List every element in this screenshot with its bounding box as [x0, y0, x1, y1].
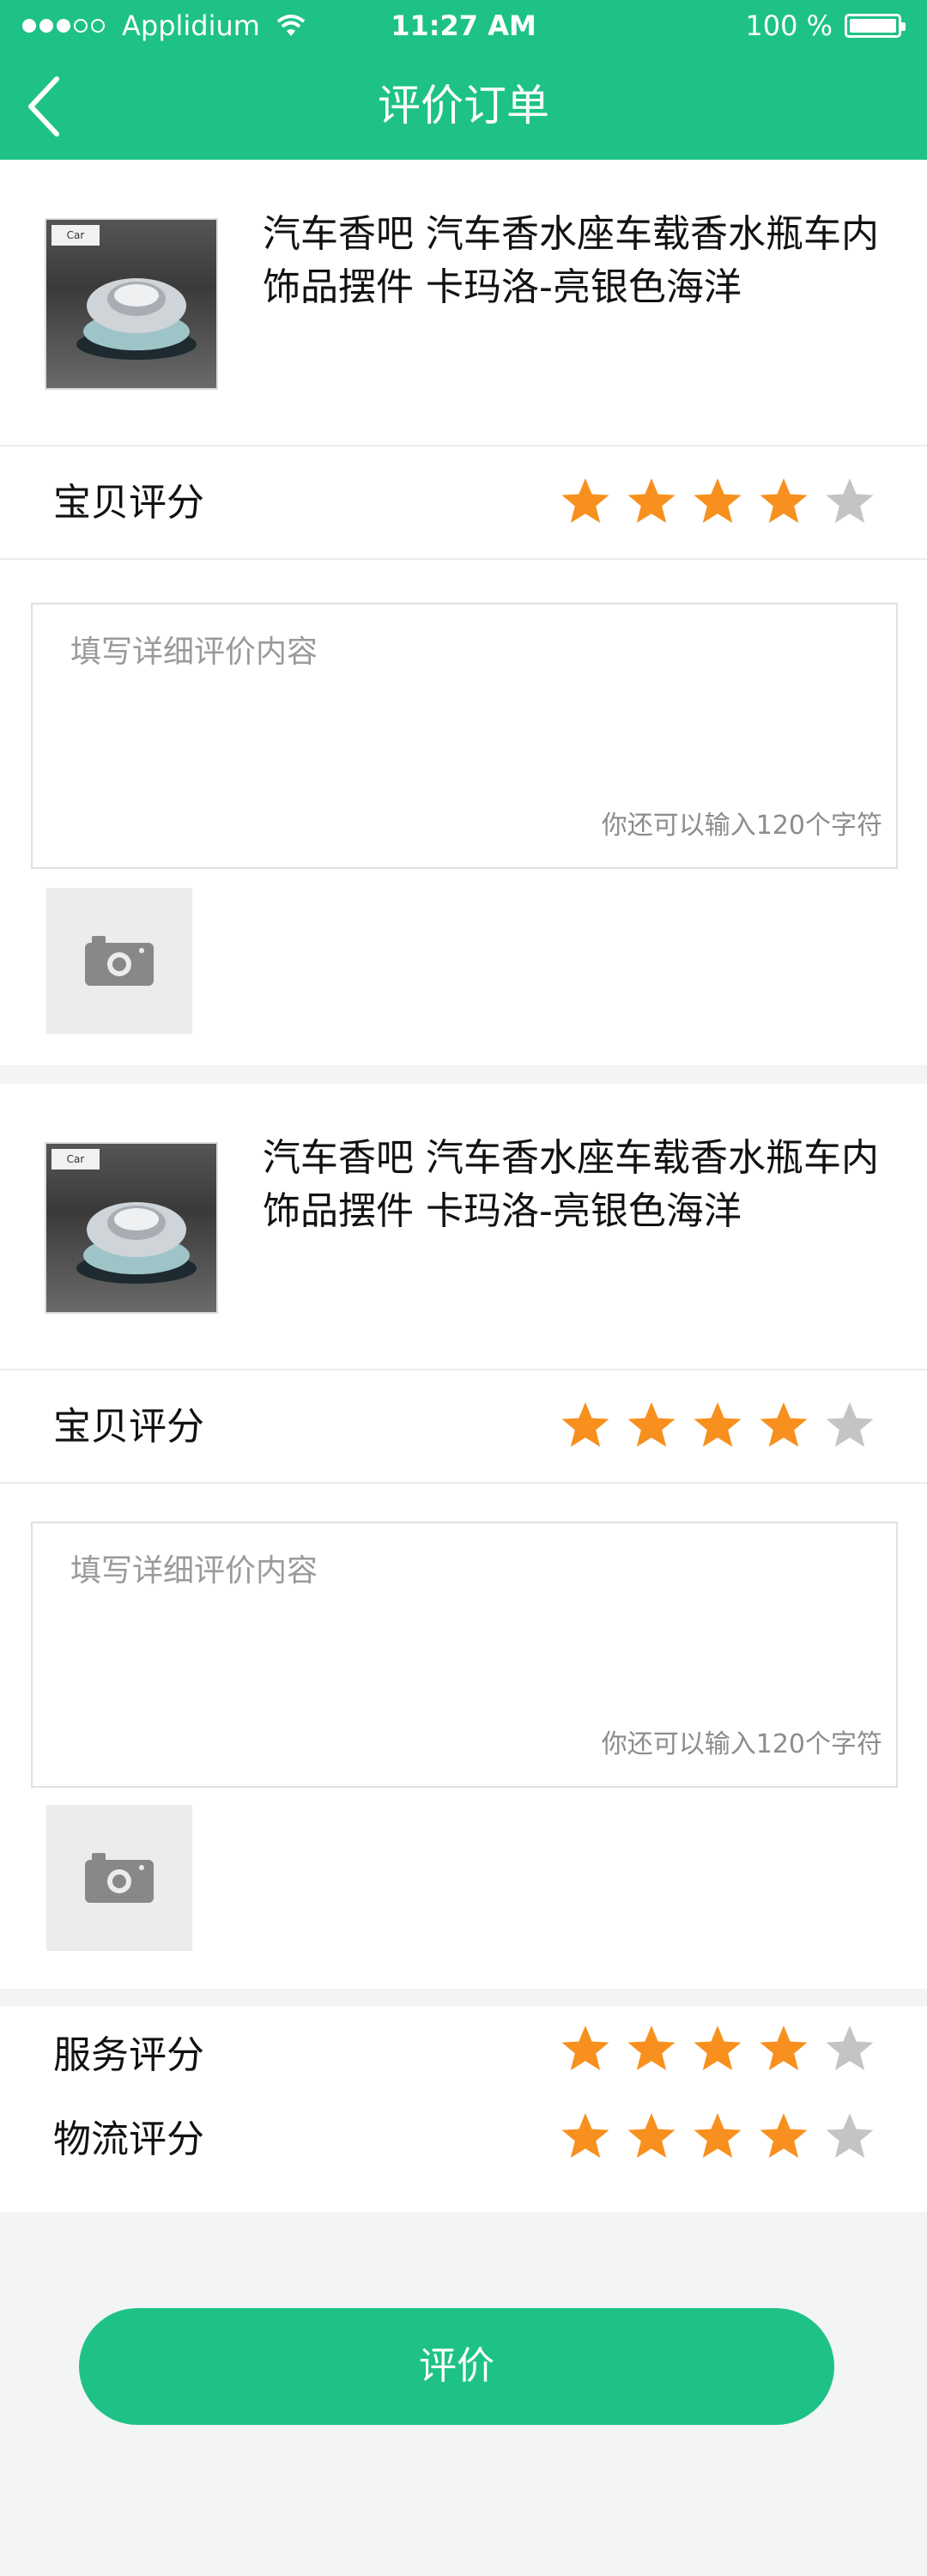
- submit-review-button[interactable]: 评价: [79, 2308, 834, 2425]
- star-filled-icon[interactable]: [560, 1400, 611, 1451]
- product-rating-stars: [545, 1400, 876, 1451]
- status-bar: Applidium 11:27 AM 100 %: [0, 0, 927, 52]
- overall-rating-section: 服务评分 物流评分: [0, 2006, 927, 2212]
- service-rating-row: 服务评分: [0, 2006, 927, 2100]
- product-thumbnail: Car: [45, 1142, 218, 1314]
- star-filled-icon[interactable]: [626, 1400, 677, 1451]
- air-freshener-image: [76, 1202, 197, 1284]
- review-placeholder: 填写详细评价内容: [70, 635, 318, 670]
- star-filled-icon[interactable]: [560, 2023, 611, 2075]
- star-filled-icon[interactable]: [758, 1400, 809, 1451]
- char-counter: 你还可以输入120个字符: [601, 811, 882, 841]
- star-filled-icon[interactable]: [626, 2111, 677, 2162]
- product-rating-row: 宝贝评分: [0, 447, 927, 558]
- add-photo-button[interactable]: [46, 888, 192, 1034]
- product-thumbnail: Car: [45, 218, 218, 390]
- star-filled-icon[interactable]: [692, 1400, 743, 1451]
- camera-icon: [85, 1853, 154, 1903]
- product-review-card: Car 汽车香吧 汽车香水座车载香水瓶车内饰品摆件 卡玛洛-亮银色海洋 宝贝评分…: [0, 160, 927, 1065]
- star-empty-icon[interactable]: [824, 2023, 876, 2075]
- battery-percentage: 100 %: [745, 9, 833, 42]
- star-empty-icon[interactable]: [824, 476, 876, 527]
- star-filled-icon[interactable]: [758, 2111, 809, 2162]
- star-filled-icon[interactable]: [758, 2023, 809, 2075]
- star-filled-icon[interactable]: [560, 476, 611, 527]
- star-filled-icon[interactable]: [758, 476, 809, 527]
- product-rating-label: 宝贝评分: [53, 1405, 204, 1449]
- divider: [0, 1482, 927, 1484]
- service-rating-stars: [545, 2023, 876, 2075]
- add-photo-button[interactable]: [46, 1805, 192, 1951]
- brand-logo: Car: [52, 1149, 100, 1170]
- logistics-rating-stars: [545, 2111, 876, 2162]
- star-filled-icon[interactable]: [692, 476, 743, 527]
- star-empty-icon[interactable]: [824, 1400, 876, 1451]
- star-filled-icon[interactable]: [692, 2111, 743, 2162]
- product-info: Car 汽车香吧 汽车香水座车载香水瓶车内饰品摆件 卡玛洛-亮银色海洋: [0, 160, 927, 445]
- review-text-input[interactable]: 填写详细评价内容 你还可以输入120个字符: [31, 603, 898, 869]
- product-rating-label: 宝贝评分: [53, 481, 204, 525]
- product-rating-row: 宝贝评分: [0, 1370, 927, 1482]
- nav-bar: 评价订单: [0, 52, 927, 160]
- air-freshener-image: [76, 278, 197, 360]
- star-filled-icon[interactable]: [626, 476, 677, 527]
- status-right: 100 %: [745, 9, 906, 43]
- product-info: Car 汽车香吧 汽车香水座车载香水瓶车内饰品摆件 卡玛洛-亮银色海洋: [0, 1084, 927, 1369]
- product-title: 汽车香吧 汽车香水座车载香水瓶车内饰品摆件 卡玛洛-亮银色海洋: [263, 212, 879, 309]
- logistics-rating-row: 物流评分: [0, 2100, 927, 2195]
- star-empty-icon[interactable]: [824, 2111, 876, 2162]
- star-filled-icon[interactable]: [692, 2023, 743, 2075]
- product-rating-stars: [545, 476, 876, 527]
- char-counter: 你还可以输入120个字符: [601, 1729, 882, 1759]
- service-rating-label: 服务评分: [53, 2033, 204, 2077]
- review-text-input[interactable]: 填写详细评价内容 你还可以输入120个字符: [31, 1522, 898, 1788]
- camera-icon: [85, 936, 154, 986]
- product-review-card: Car 汽车香吧 汽车香水座车载香水瓶车内饰品摆件 卡玛洛-亮银色海洋 宝贝评分…: [0, 1084, 927, 1989]
- brand-logo: Car: [52, 225, 100, 246]
- star-filled-icon[interactable]: [626, 2023, 677, 2075]
- review-placeholder: 填写详细评价内容: [70, 1553, 318, 1589]
- divider: [0, 558, 927, 560]
- page-title: 评价订单: [378, 81, 549, 131]
- battery-icon: [845, 14, 906, 38]
- logistics-rating-label: 物流评分: [53, 2117, 204, 2161]
- product-title: 汽车香吧 汽车香水座车载香水瓶车内饰品摆件 卡玛洛-亮银色海洋: [263, 1136, 879, 1233]
- star-filled-icon[interactable]: [560, 2111, 611, 2162]
